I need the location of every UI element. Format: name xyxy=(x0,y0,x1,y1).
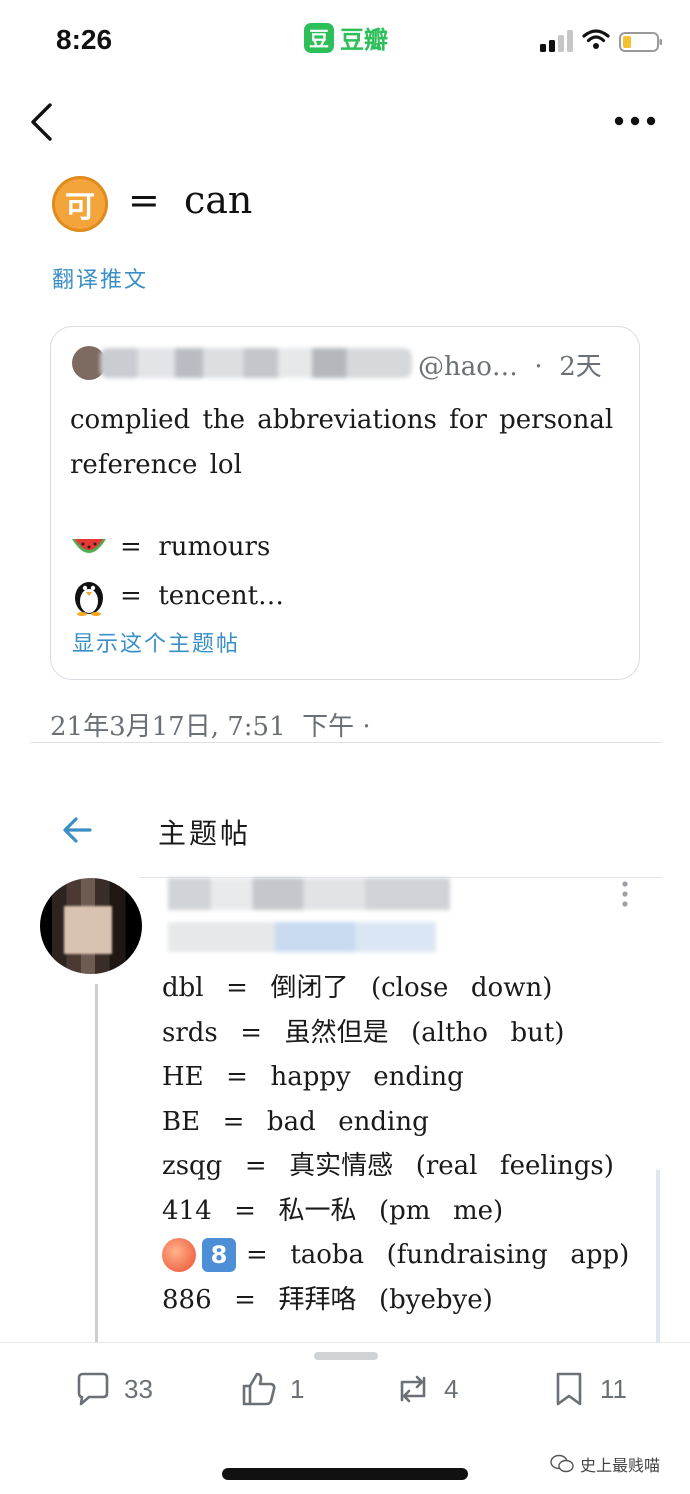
list-item: dbl = 倒闭了 (close down) xyxy=(162,973,553,1003)
bookmark-count: 11 xyxy=(600,1373,627,1404)
bookmark-icon xyxy=(556,1372,582,1406)
show-thread-link[interactable]: 显示这个主题帖 xyxy=(72,626,240,658)
wechat-icon xyxy=(550,1454,574,1473)
signal-icon xyxy=(540,30,573,52)
back-chevron-icon[interactable] xyxy=(28,102,54,142)
wifi-icon xyxy=(582,29,610,49)
home-indicator[interactable] xyxy=(222,1468,468,1480)
douban-app-name: 豆瓣 xyxy=(340,26,388,54)
tweet-timestamp: 21年3月17日, 7:51 下午 · xyxy=(50,712,371,742)
list-item: HE = happy ending xyxy=(162,1062,464,1092)
quoted-author-meta: @hao… · 2天 xyxy=(418,352,602,382)
quoted-author-name-blurred xyxy=(100,348,412,378)
vertical-more-icon[interactable] xyxy=(620,880,630,908)
divider xyxy=(30,742,662,743)
list-item: 414 = 私一私 (pm me) xyxy=(162,1195,504,1226)
thread-author-handle-blurred xyxy=(168,922,436,952)
douban-app-logo: 豆 豆瓣 xyxy=(304,20,388,55)
penguin-icon xyxy=(75,582,103,616)
battery-icon xyxy=(619,32,662,52)
like-button[interactable]: 1 xyxy=(240,1370,304,1408)
reply-count: 33 xyxy=(124,1373,153,1404)
reply-button[interactable]: 33 xyxy=(74,1370,153,1408)
douban-badge-icon: 豆 xyxy=(304,22,334,53)
quoted-line1-text: = rumours xyxy=(120,532,271,562)
thread-title: 主题帖 xyxy=(158,817,252,850)
quoted-tweet-body: complied the abbreviations for personal … xyxy=(70,405,614,480)
emoji-ke-char: 可 xyxy=(65,190,95,225)
divider xyxy=(0,1342,690,1343)
quoted-line2-text: = tencent… xyxy=(120,581,285,611)
thumbs-up-icon xyxy=(242,1372,276,1406)
watermark-text: 史上最贱喵 xyxy=(580,1456,661,1475)
abbreviation-list: dbl = 倒闭了 (close down) srds = 虽然但是 (alth… xyxy=(162,966,629,1322)
translate-tweet-link[interactable]: 翻译推文 xyxy=(52,262,148,294)
comment-icon xyxy=(77,1372,109,1406)
retweet-count: 4 xyxy=(444,1373,459,1404)
more-options-icon[interactable] xyxy=(614,116,656,126)
like-count: 1 xyxy=(290,1373,305,1404)
watermelon-icon xyxy=(72,539,106,553)
quoted-line-watermelon: = rumours xyxy=(70,532,270,562)
scroll-indicator xyxy=(656,1170,660,1342)
thread-author-face-blurred xyxy=(64,906,112,954)
taoba-text: = taoba (fundraising app) xyxy=(246,1240,630,1270)
sheet-handle[interactable] xyxy=(314,1352,378,1360)
list-item: srds = 虽然但是 (altho but) xyxy=(162,1017,565,1048)
list-item: 886 = 拜拜咯 (byebye) xyxy=(162,1284,493,1315)
retweet-icon xyxy=(400,1375,426,1403)
list-item-taoba: 8 = taoba (fundraising app) xyxy=(162,1233,629,1278)
peach-icon xyxy=(162,1238,196,1273)
retweet-button[interactable]: 4 xyxy=(394,1370,458,1408)
emoji-ke-icon: 可 xyxy=(52,176,108,232)
quoted-line-penguin: = tencent… xyxy=(70,576,284,616)
thread-connector-line xyxy=(95,984,98,1342)
bookmark-button[interactable]: 11 xyxy=(550,1370,627,1408)
tweet-text: = can xyxy=(128,178,253,222)
list-item: BE = bad ending xyxy=(162,1106,429,1137)
thread-author-name-blurred xyxy=(168,878,450,910)
list-item: zsqg = 真实情感 (real feelings) xyxy=(162,1151,614,1181)
arrow-left-icon[interactable] xyxy=(62,816,92,844)
keycap-eight-icon: 8 xyxy=(202,1238,236,1273)
wechat-watermark: 史上最贱喵 xyxy=(550,1452,660,1476)
status-time: 8:26 xyxy=(56,24,113,55)
